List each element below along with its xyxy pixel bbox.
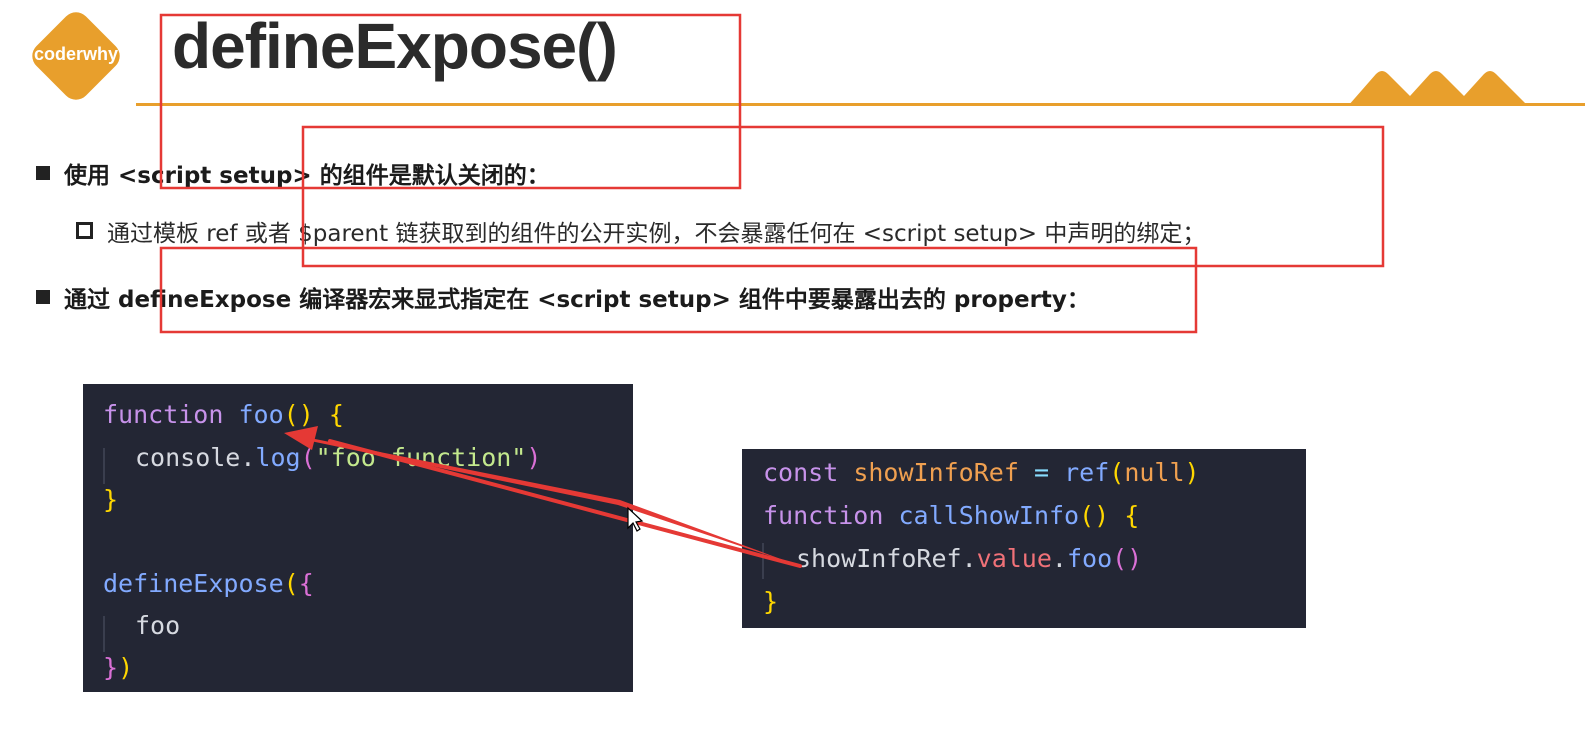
coderwhy-logo: coderwhy [24, 4, 128, 108]
bullet-2-text: 通过 defineExpose 编译器宏来显式指定在 <script setup… [64, 287, 1090, 313]
code-block-call: const showInfoRef = ref(null) function c… [742, 449, 1306, 628]
sub-bullet: 通过模板 ref 或者 $parent 链获取到的组件的公开实例，不会暴露任何在… [76, 214, 1205, 248]
indent-guide [762, 543, 764, 579]
code-line: } [763, 587, 779, 616]
code-line: defineExpose({ [103, 569, 314, 598]
bullet-square-icon [36, 290, 50, 304]
code-line: const showInfoRef = ref(null) [763, 458, 1200, 487]
code-line: console.log("foo function") [135, 443, 542, 472]
mountains-decoration-icon [1348, 71, 1528, 106]
logo-text: coderwhy [33, 44, 119, 64]
page-title: defineExpose() [172, 10, 618, 82]
code-line: showInfoRef.value.foo() [796, 544, 1143, 573]
hollow-square-icon [76, 222, 93, 239]
bullet-1-text: 使用 <script setup> 的组件是默认关闭的： [64, 163, 550, 189]
bullet-square-icon [36, 166, 50, 180]
bullet-2: 通过 defineExpose 编译器宏来显式指定在 <script setup… [36, 280, 1090, 314]
indent-guide [103, 448, 105, 484]
code-line: function foo() { [103, 400, 344, 429]
code-line: foo [135, 611, 181, 640]
sub-bullet-text: 通过模板 ref 或者 $parent 链获取到的组件的公开实例，不会暴露任何在… [107, 221, 1206, 247]
code-block-expose: function foo() { console.log("foo functi… [83, 384, 633, 692]
code-line: }) [103, 653, 134, 682]
code-line: } [103, 485, 119, 514]
code-line: function callShowInfo() { [763, 501, 1140, 530]
indent-guide [103, 616, 105, 652]
bullet-1: 使用 <script setup> 的组件是默认关闭的： [36, 156, 550, 190]
